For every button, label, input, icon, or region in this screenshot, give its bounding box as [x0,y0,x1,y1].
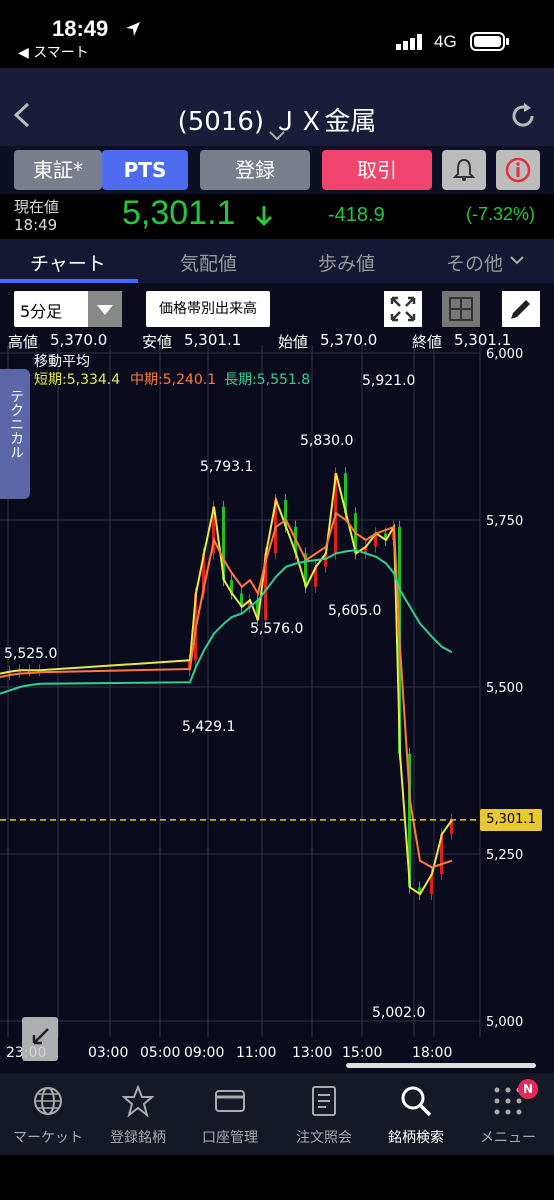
action-bar: 東証* PTS 登録 取引 [0,146,554,194]
current-price-label: 現在値 [14,198,60,216]
star-icon [122,1085,154,1117]
x-tick-label: 09:00 [184,1045,224,1061]
nav-search[interactable]: 銘柄検索 [368,1073,464,1155]
notification-badge: N [518,1079,538,1099]
return-arrow-icon [32,1028,49,1045]
interval-select[interactable]: 5分足 [14,291,122,327]
caret-down-icon [97,305,113,315]
volume-profile-button[interactable]: 価格帯別出来高 [146,291,270,327]
price-change-percent: (-7.32%) [466,204,536,224]
price-annotation: 5,525.0 [4,646,57,662]
bell-icon [452,158,476,181]
x-tick-label: 18:00 [412,1045,452,1061]
network-type: 4G [434,32,457,51]
exchange-tse-button[interactable]: 東証* [14,150,102,190]
nav-account[interactable]: 口座管理 [182,1073,278,1155]
nav-orders[interactable]: 注文照会 [276,1073,372,1155]
price-annotation: 5,830.0 [300,433,353,449]
chevron-down-icon[interactable] [268,130,286,142]
clock: 18:49 [52,16,109,41]
technical-label: テクニカル [8,389,24,459]
x-tick-label: 15:00 [342,1045,382,1061]
bottom-nav: マーケット 登録銘柄 口座管理 注文照会 銘柄検索 メニュー N [0,1073,554,1155]
nav-menu-label: メニュー [480,1130,536,1146]
signal-icon [396,34,422,50]
x-tick-label: 11:00 [236,1045,276,1061]
globe-icon [34,1087,62,1115]
location-arrow-icon [126,22,140,36]
nav-orders-label: 注文照会 [296,1130,352,1146]
quote-time: 18:49 [14,216,58,234]
y-tick-label: 5,000 [486,1015,523,1030]
nav-market-label: マーケット [13,1130,83,1146]
register-button[interactable]: 登録 [200,150,310,190]
y-tick-label: 5,750 [486,514,523,529]
y-tick-label: 5,500 [486,681,523,696]
nav-watchlist[interactable]: 登録銘柄 [90,1073,186,1155]
nav-account-label: 口座管理 [202,1130,258,1146]
header: (5016) ＪＸ金属 [0,68,554,146]
expand-icon [390,296,416,322]
ma-short-value: 短期:5,334.4 [34,372,121,388]
interval-dropdown[interactable] [88,291,122,327]
tab-other[interactable]: その他 [446,249,503,276]
grid-icon [449,297,473,321]
arrow-down-icon [255,206,273,227]
price-change: -418.9 [328,204,385,226]
price-annotation: 5,605.0 [328,603,381,619]
tab-trades[interactable]: 歩み値 [318,249,375,276]
ma-mid-value: 中期:5,240.1 [130,372,217,388]
price-annotation: 5,002.0 [372,1005,425,1021]
chevron-down-icon [510,256,524,265]
horizontal-scrollbar[interactable] [346,1063,536,1068]
nav-market[interactable]: マーケット [0,1073,96,1155]
nav-menu[interactable]: メニュー N [460,1073,554,1155]
fullscreen-button[interactable] [384,291,422,327]
info-button[interactable] [496,150,540,190]
exchange-pts-button[interactable]: PTS [102,150,188,190]
x-tick-label: 05:00 [140,1045,180,1061]
ma-line-mid [0,511,453,869]
scroll-latest-button[interactable] [22,1017,58,1061]
home-indicator-area [0,1155,554,1200]
price-annotation: 5,793.1 [200,459,253,475]
document-icon [312,1086,336,1116]
draw-button[interactable] [502,291,540,327]
price-annotation: 5,921.0 [362,373,415,389]
current-price: 5,301.1 [122,194,236,232]
alert-button[interactable] [442,150,486,190]
x-tick-label: 13:00 [292,1045,332,1061]
price-annotation: 5,576.0 [250,621,303,637]
grid-layout-button[interactable] [442,291,480,327]
pencil-icon [511,300,530,319]
x-tick-label: 03:00 [88,1045,128,1061]
battery-icon [470,32,509,51]
status-bar: 18:49 ◀ スマート 4G [0,0,554,68]
back-to-app[interactable]: ◀ スマート [18,42,89,62]
price-annotation: 5,429.1 [182,719,235,735]
ma-title: 移動平均 [34,354,90,370]
candlestick-chart: 6,0005,7505,5005,2505,00023:0003:0005:00… [0,345,523,1061]
ma-long-value: 長期:5,551.8 [224,372,311,388]
trade-button[interactable]: 取引 [322,150,432,190]
chart-area[interactable]: 5分足 価格帯別出来高 高値 5,370.0 安値 5,301.1 始値 5,3… [0,283,554,1073]
search-icon [401,1086,432,1117]
nav-watchlist-label: 登録銘柄 [110,1130,166,1146]
y-tick-label: 6,000 [486,347,523,362]
nav-search-label: 銘柄検索 [388,1130,444,1146]
tab-bar: チャート 気配値 歩み値 その他 [0,239,554,283]
info-icon [505,157,531,183]
interval-value: 5分足 [20,302,63,321]
current-price-tag: 5,301.1 [480,809,542,831]
tab-quotes[interactable]: 気配値 [180,249,237,276]
tab-chart[interactable]: チャート [30,249,106,276]
quote-row: 現在値 18:49 5,301.1 -418.9 (-7.32%) [0,194,554,239]
technical-panel-tab[interactable]: テクニカル [0,369,30,499]
card-icon [215,1090,245,1112]
refresh-icon[interactable] [509,102,537,130]
y-tick-label: 5,250 [486,848,523,863]
